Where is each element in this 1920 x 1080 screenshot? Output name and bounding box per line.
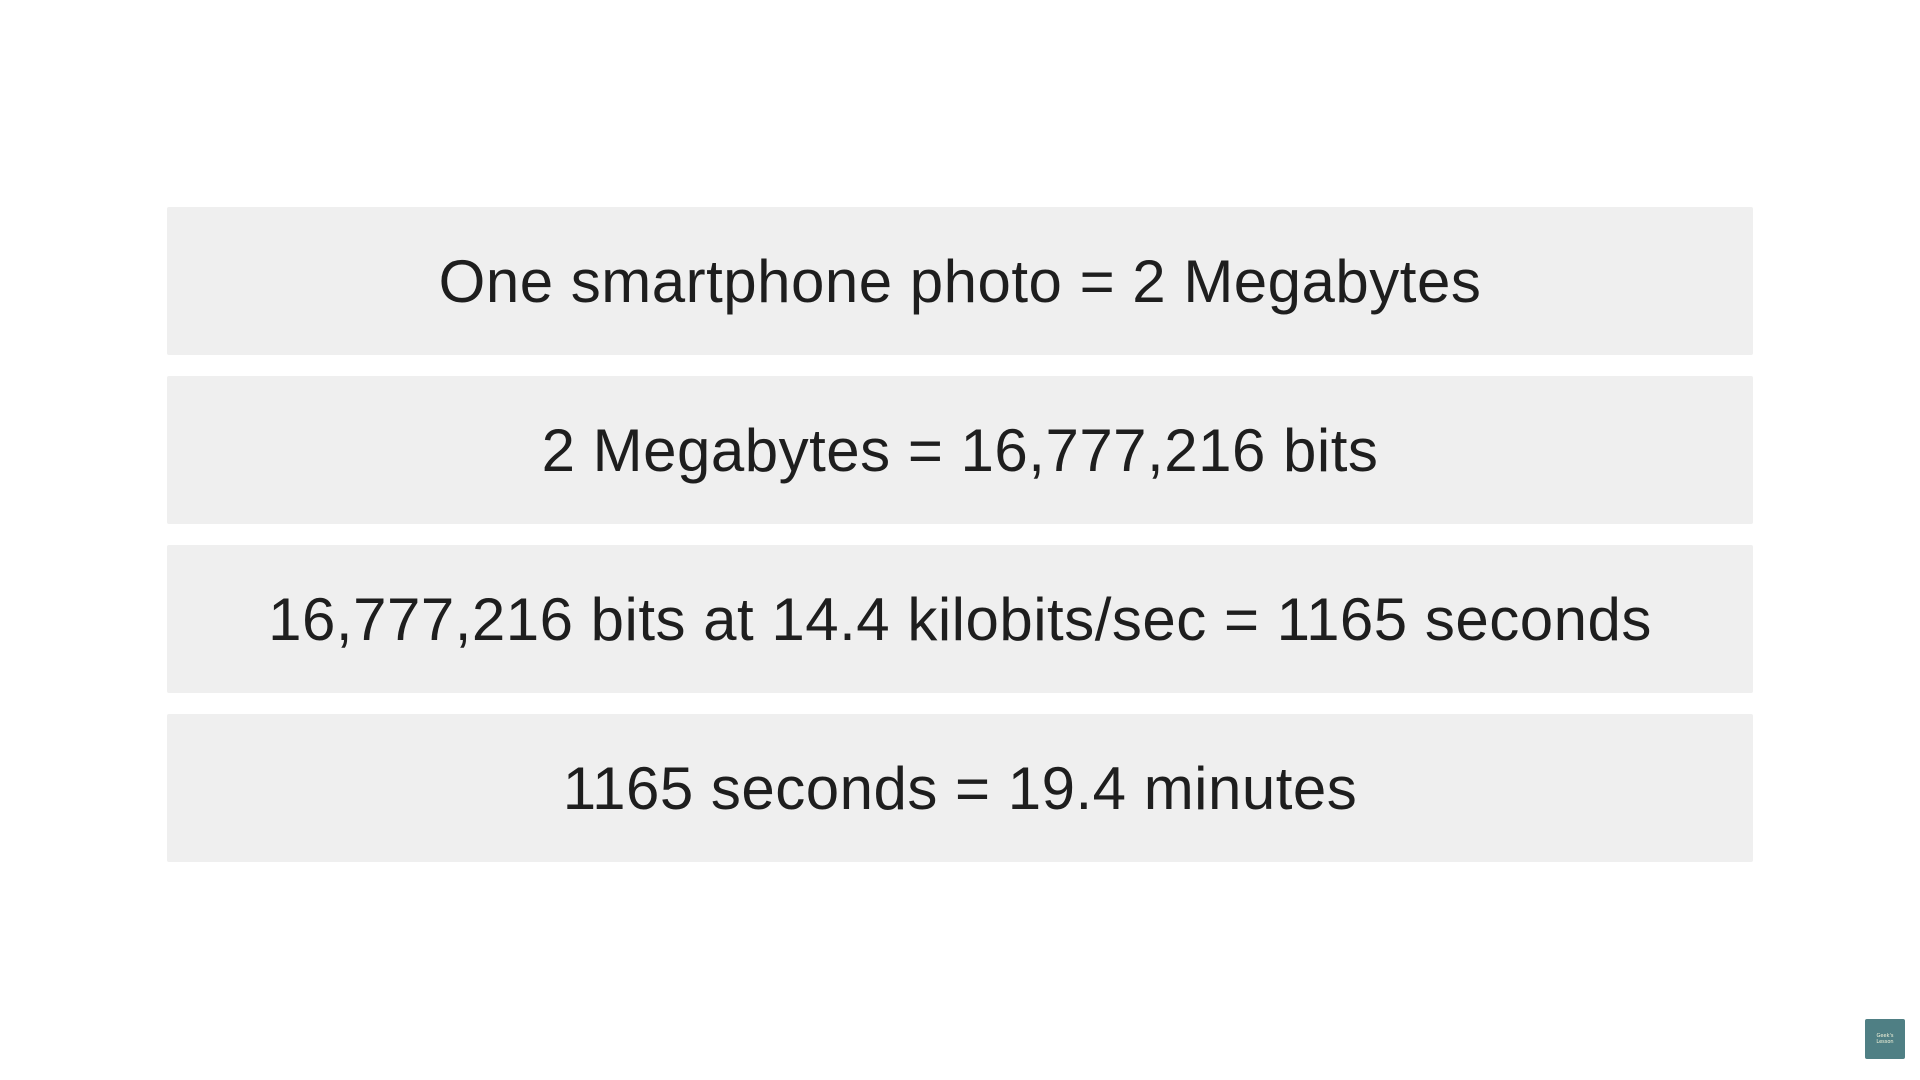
equation-list: One smartphone photo = 2 Megabytes 2 Meg… (167, 207, 1753, 883)
slide: One smartphone photo = 2 Megabytes 2 Meg… (0, 0, 1920, 1080)
equation-row-seconds: 16,777,216 bits at 14.4 kilobits/sec = 1… (167, 545, 1753, 693)
channel-logo-line2: Lesson (1876, 1039, 1894, 1045)
equation-text: One smartphone photo = 2 Megabytes (438, 247, 1482, 315)
equation-text: 16,777,216 bits at 14.4 kilobits/sec = 1… (268, 585, 1652, 653)
equation-row-minutes: 1165 seconds = 19.4 minutes (167, 714, 1753, 862)
equation-text: 1165 seconds = 19.4 minutes (562, 754, 1358, 822)
equation-row-bits: 2 Megabytes = 16,777,216 bits (167, 376, 1753, 524)
channel-logo[interactable]: Geek's Lesson (1865, 1019, 1905, 1059)
equation-text: 2 Megabytes = 16,777,216 bits (541, 416, 1379, 484)
equation-row-photo-size: One smartphone photo = 2 Megabytes (167, 207, 1753, 355)
